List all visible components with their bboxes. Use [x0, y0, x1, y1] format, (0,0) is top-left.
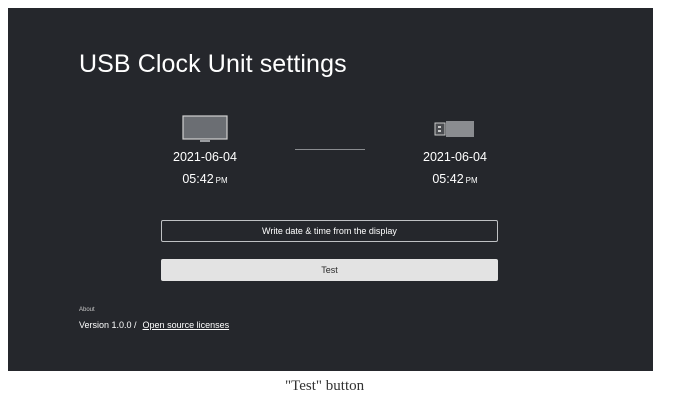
usb-ampm: PM — [465, 176, 478, 185]
usb-time: 05:42 PM — [385, 172, 525, 186]
test-button[interactable]: Test — [161, 259, 498, 281]
usb-date: 2021-06-04 — [423, 150, 487, 164]
display-time: 05:42 PM — [135, 172, 275, 186]
settings-screen: USB Clock Unit settings 2021-06-04 05:42… — [8, 8, 653, 371]
usb-stick-icon — [434, 121, 474, 137]
display-time-value: 05:42 — [182, 172, 214, 186]
version-row: Version 1.0.0 / Open source licenses — [79, 320, 229, 330]
usb-clock: 2021-06-04 05:42 PM — [385, 114, 525, 186]
sync-divider — [295, 149, 365, 150]
usb-time-value: 05:42 — [432, 172, 464, 186]
tv-icon — [182, 115, 228, 142]
caption-text: "Test" button — [285, 378, 365, 394]
display-clock: 2021-06-04 05:42 PM — [135, 114, 275, 186]
page-title: USB Clock Unit settings — [79, 50, 347, 78]
open-source-licenses-link[interactable]: Open source licenses — [143, 320, 230, 330]
display-date: 2021-06-04 — [173, 150, 237, 164]
display-ampm: PM — [215, 176, 228, 185]
version-text: Version 1.0.0 / — [79, 320, 137, 330]
write-date-time-button[interactable]: Write date & time from the display — [161, 220, 498, 242]
about-label: About — [79, 307, 95, 313]
